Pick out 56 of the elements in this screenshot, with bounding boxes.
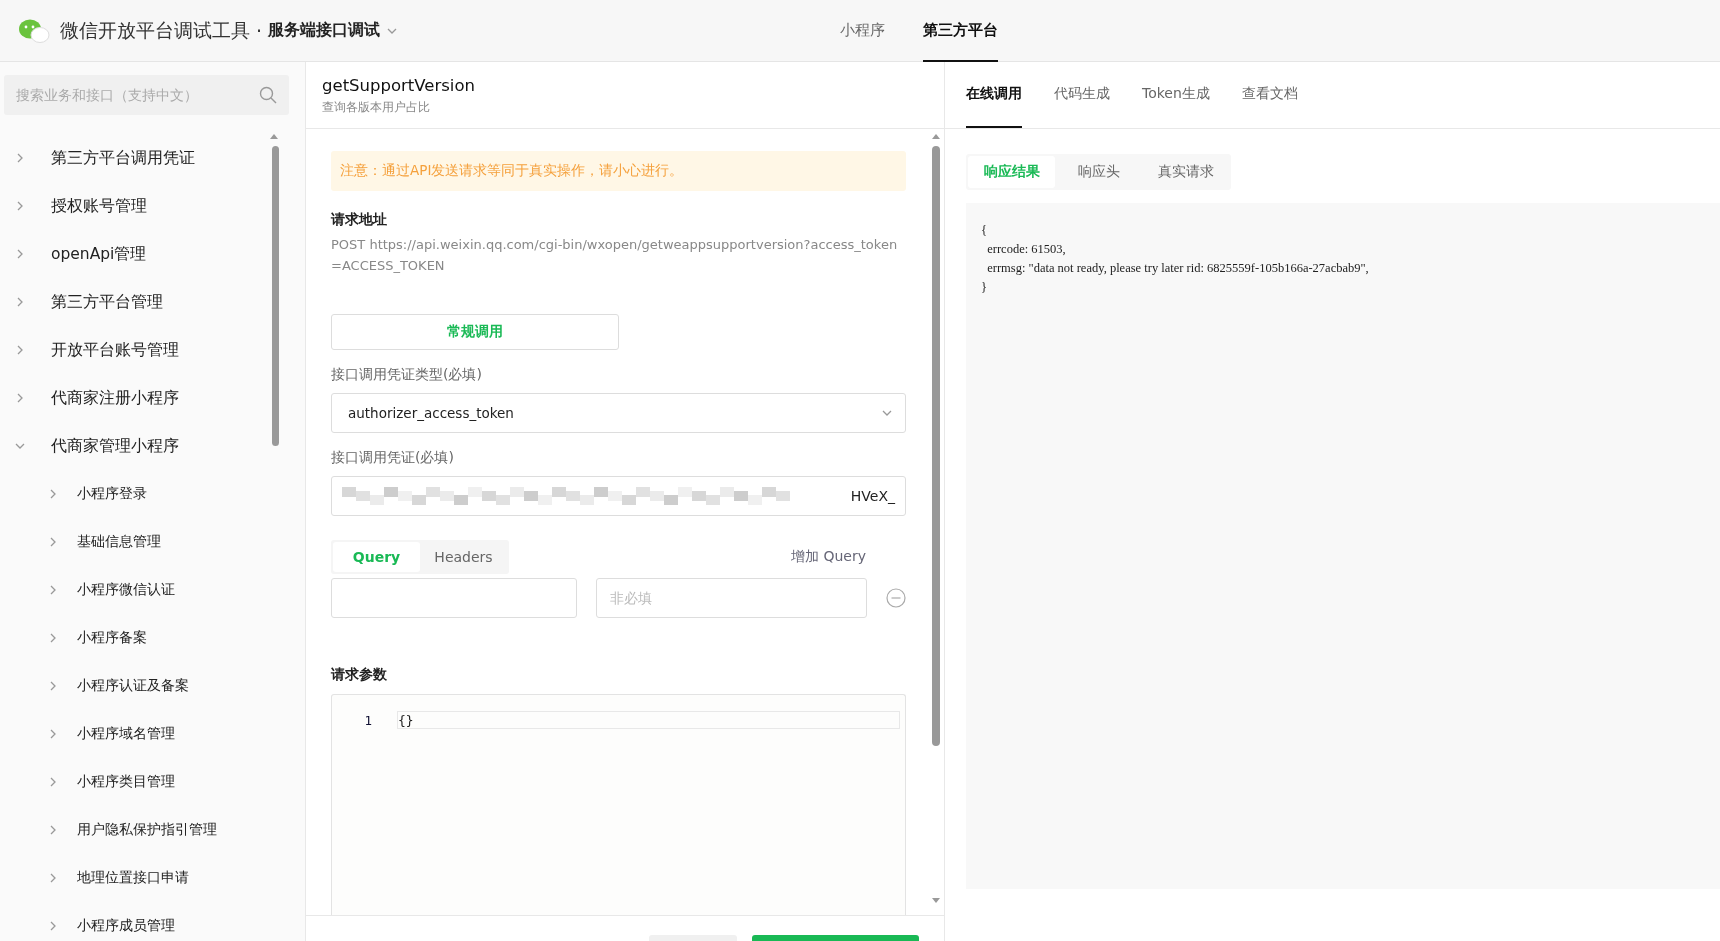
- sidebar-item[interactable]: 第三方平台管理: [0, 278, 305, 326]
- nav-tab[interactable]: 第三方平台: [923, 0, 998, 62]
- result-tab[interactable]: 代码生成: [1054, 62, 1110, 128]
- sidebar-item[interactable]: 授权账号管理: [0, 182, 305, 230]
- section-title[interactable]: 服务端接口调试: [268, 20, 381, 41]
- sidebar-item[interactable]: 小程序认证及备案: [0, 662, 305, 710]
- api-name: getSupportVersion: [322, 76, 476, 95]
- field-label: 接口调用凭证(必填): [331, 449, 455, 467]
- sidebar-item[interactable]: 小程序微信认证: [0, 566, 305, 614]
- response-tab[interactable]: 真实请求: [1142, 156, 1229, 188]
- remove-icon[interactable]: [886, 588, 906, 608]
- api-description: 查询各版本用户占比: [322, 100, 431, 115]
- result-tab[interactable]: 在线调用: [966, 62, 1022, 128]
- scroll-down-arrow[interactable]: [932, 898, 940, 903]
- query-value-field[interactable]: 非必填: [596, 578, 867, 618]
- nav-tab[interactable]: 小程序: [840, 0, 885, 62]
- credential-field[interactable]: HVeX_: [331, 476, 906, 516]
- search-icon[interactable]: [259, 86, 277, 104]
- sidebar-item[interactable]: 小程序登录: [0, 470, 305, 518]
- code-editor[interactable]: 1 {}: [331, 694, 906, 915]
- line-number: 1: [363, 712, 372, 728]
- scrollbar-thumb[interactable]: [272, 146, 279, 446]
- scroll-up-arrow[interactable]: [270, 134, 278, 139]
- field-label: 接口调用凭证类型(必填): [331, 366, 483, 384]
- sidebar-item[interactable]: 开放平台账号管理: [0, 326, 305, 374]
- sidebar-item[interactable]: 基础信息管理: [0, 518, 305, 566]
- sidebar-item[interactable]: 代商家注册小程序: [0, 374, 305, 422]
- warning-notice: 注意：通过API发送请求等同于真实操作，请小心进行。: [331, 151, 906, 191]
- sidebar-item[interactable]: 地理位置接口申请: [0, 854, 305, 902]
- app-title: 微信开放平台调试工具: [60, 17, 250, 43]
- sidebar-item[interactable]: 小程序备案: [0, 614, 305, 662]
- scrollbar-thumb[interactable]: [932, 146, 940, 746]
- response-line: errcode: 61503,: [986, 241, 1067, 258]
- sidebar-item[interactable]: 小程序域名管理: [0, 710, 305, 758]
- sidebar-item[interactable]: 用户隐私保护指引管理: [0, 806, 305, 854]
- result-tab[interactable]: Token生成: [1142, 62, 1210, 128]
- sidebar-item[interactable]: openApi管理: [0, 230, 305, 278]
- field-label: 请求参数: [331, 666, 388, 684]
- param-tab[interactable]: Headers: [420, 542, 507, 572]
- response-tab[interactable]: 响应头: [1055, 156, 1142, 188]
- add-query-link[interactable]: 增加 Query: [791, 548, 866, 566]
- chat-bubbles-icon: [18, 17, 50, 44]
- request-url: POST https://api.weixin.qq.com/cgi-bin/wxopen/getweappsupportversion?access_token=ACCESS_TOKEN: [331, 236, 899, 275]
- sidebar-item[interactable]: 小程序成员管理: [0, 902, 305, 941]
- sidebar-item[interactable]: 第三方平台调用凭证: [0, 134, 305, 182]
- sidebar-item[interactable]: 小程序类目管理: [0, 758, 305, 806]
- field-label: 请求地址: [331, 211, 388, 229]
- response-line: {: [981, 222, 988, 239]
- result-tab[interactable]: 查看文档: [1241, 62, 1298, 128]
- credential-type-select[interactable]: authorizer_access_token: [331, 393, 906, 433]
- response-line: errmsg: "data not ready, please try later rid: 6825559f-105b166a-27acbab9",: [986, 260, 1370, 277]
- title-separator: ·: [256, 19, 263, 42]
- response-line: }: [981, 279, 988, 296]
- query-key-field[interactable]: [331, 578, 577, 618]
- sidebar-item[interactable]: 代商家管理小程序: [0, 422, 305, 470]
- scroll-up-arrow[interactable]: [932, 134, 940, 139]
